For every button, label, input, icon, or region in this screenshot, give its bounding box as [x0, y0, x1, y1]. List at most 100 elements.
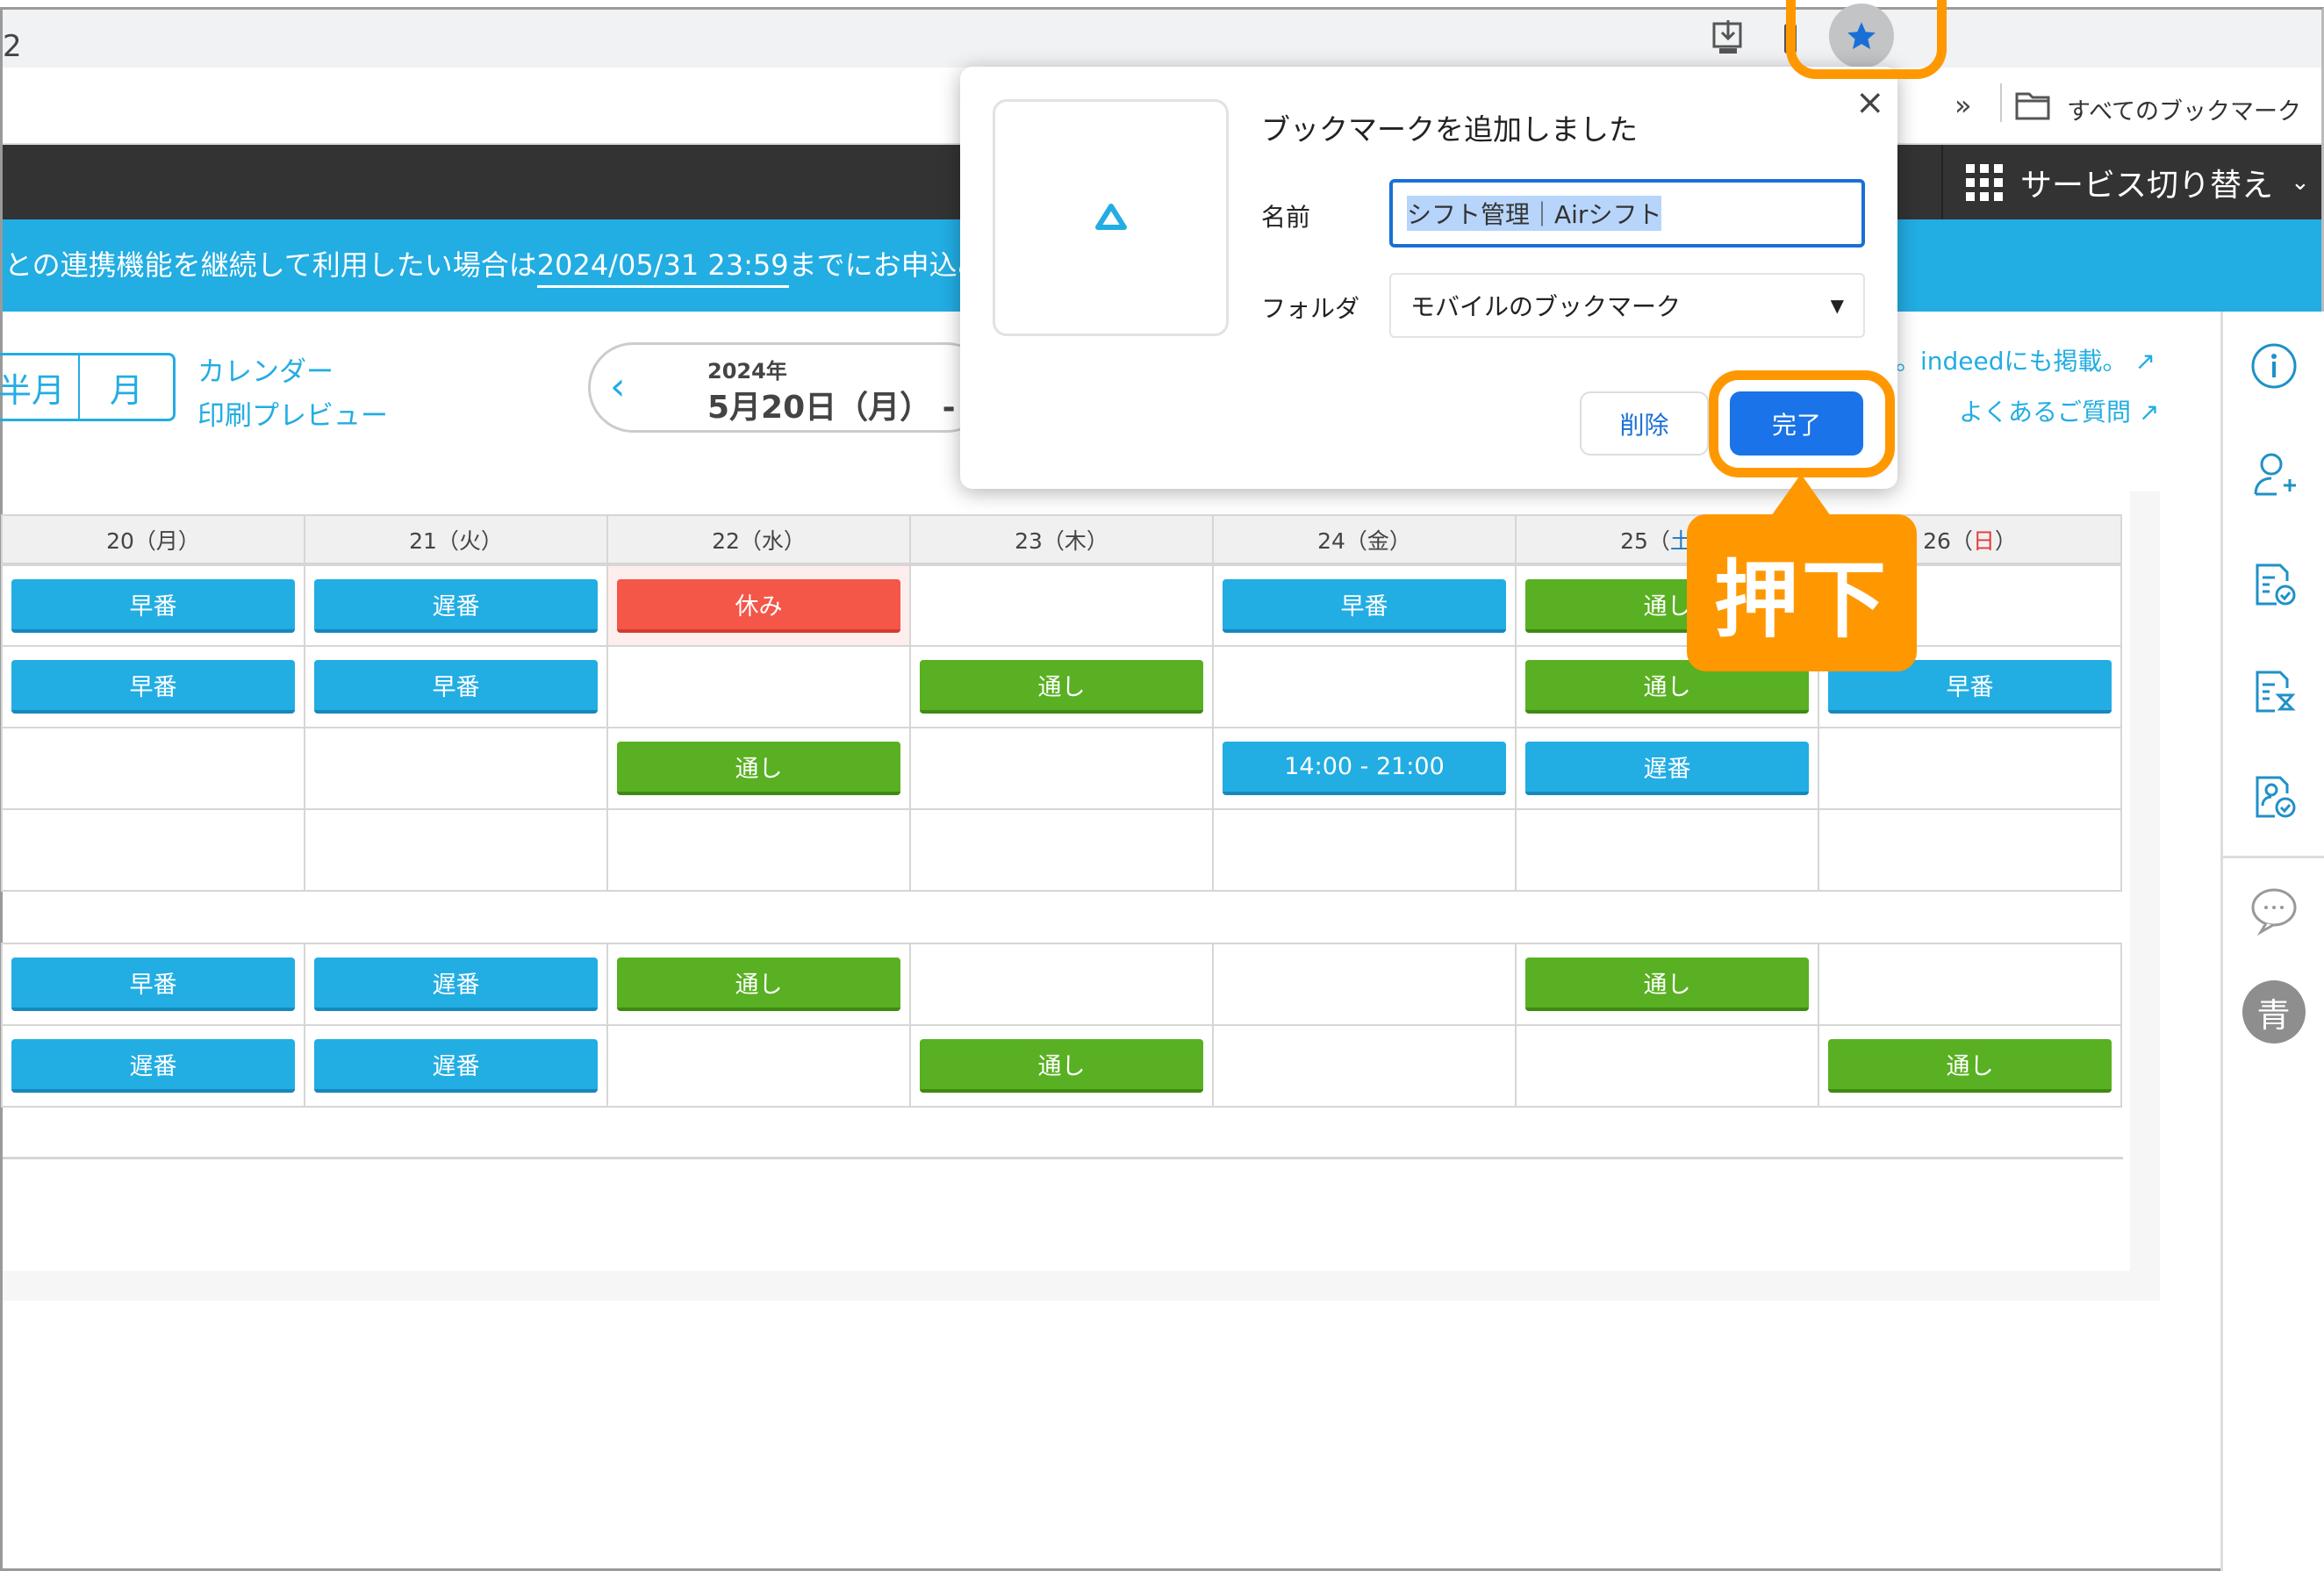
folder-value: モバイルのブックマーク: [1410, 292, 1682, 321]
shift-cell[interactable]: [909, 943, 1214, 1026]
chat-icon[interactable]: [2223, 886, 2324, 936]
shift-cell[interactable]: 早番: [1, 645, 305, 728]
view-month-button[interactable]: 月: [78, 355, 173, 419]
shift-cell[interactable]: 通し: [909, 1024, 1214, 1108]
shift-chip[interactable]: 遅番: [11, 1039, 295, 1093]
tab-title-fragment[interactable]: 2: [3, 29, 22, 64]
shift-cell[interactable]: [909, 727, 1214, 810]
user-avatar[interactable]: 青: [2242, 980, 2306, 1044]
shift-cell[interactable]: 遅番: [1, 1024, 305, 1108]
highlight-star: [1786, 0, 1947, 79]
shift-chip[interactable]: 早番: [11, 578, 295, 633]
shift-chip[interactable]: 休み: [617, 578, 900, 633]
shift-chip[interactable]: 通し: [617, 958, 900, 1011]
all-bookmarks-link[interactable]: すべてのブックマーク: [2067, 92, 2301, 126]
staff-row: 早番 遅番 通し 通し: [1, 943, 2122, 1026]
shift-chip[interactable]: 遅番: [314, 578, 598, 633]
shift-chip[interactable]: 通し: [920, 1039, 1203, 1093]
shift-cell[interactable]: [1818, 727, 2122, 810]
shift-cell[interactable]: [1212, 1024, 1517, 1108]
shift-cell[interactable]: [1818, 808, 2122, 892]
view-half-month-button[interactable]: 半月: [0, 355, 78, 419]
shift-cell[interactable]: 通し: [606, 727, 911, 810]
shift-cell[interactable]: 通し: [1818, 1024, 2122, 1108]
close-icon[interactable]: ×: [1855, 82, 1885, 123]
chevron-down-icon: ⌄: [2291, 169, 2310, 196]
shift-cell[interactable]: [1212, 943, 1517, 1026]
shift-cell[interactable]: [606, 808, 911, 892]
shift-cell[interactable]: [1, 727, 305, 810]
shift-chip[interactable]: 遅番: [314, 1039, 598, 1093]
shift-cell[interactable]: 14:00 - 21:00: [1212, 727, 1517, 810]
shift-cell[interactable]: [1515, 1024, 1819, 1108]
shift-cell[interactable]: 早番: [1, 563, 305, 647]
service-switch-button[interactable]: サービス切り替え ⌄: [1941, 145, 2321, 219]
shift-cell[interactable]: [1212, 808, 1517, 892]
external-link-icon: ↗: [2134, 347, 2155, 376]
staff-row: 遅番 遅番 通し 通し: [1, 1024, 2122, 1108]
shift-chip[interactable]: 遅番: [1525, 742, 1809, 795]
divider: [2223, 856, 2324, 858]
service-switch-label: サービス切り替え: [2020, 167, 2274, 204]
shift-cell[interactable]: [909, 563, 1214, 647]
document-pending-icon[interactable]: [2223, 667, 2324, 714]
shift-cell[interactable]: [304, 727, 608, 810]
shift-cell[interactable]: 通し: [606, 943, 911, 1026]
document-check-icon[interactable]: [2223, 560, 2324, 607]
external-link-icon: ↗: [2138, 398, 2160, 427]
shift-cell[interactable]: 遅番: [1515, 727, 1819, 810]
indeed-link[interactable]: 。indeedにも掲載。 ↗: [1896, 342, 2155, 377]
shift-cell[interactable]: 早番: [1212, 563, 1517, 647]
shift-chip[interactable]: 早番: [1223, 578, 1506, 633]
callout-pointer: [1771, 474, 1831, 516]
info-icon[interactable]: [2223, 342, 2324, 390]
view-toggle: 半月 月: [0, 353, 176, 421]
calendar-link[interactable]: カレンダー: [197, 349, 334, 389]
add-user-icon[interactable]: [2223, 450, 2324, 499]
staff-approve-icon[interactable]: [2223, 772, 2324, 820]
faq-link[interactable]: よくあるご質問 ↗: [1959, 393, 2159, 428]
shift-cell[interactable]: [1515, 808, 1819, 892]
divider: [3, 1157, 2123, 1159]
shift-cell[interactable]: [909, 808, 1214, 892]
print-preview-link[interactable]: 印刷プレビュー: [197, 393, 388, 433]
shift-cell[interactable]: [1818, 943, 2122, 1026]
shift-cell[interactable]: [1, 808, 305, 892]
shift-chip[interactable]: 早番: [11, 958, 295, 1011]
shift-cell[interactable]: [304, 808, 608, 892]
bookmark-name-input[interactable]: シフト管理｜Airシフト: [1389, 179, 1865, 247]
shift-chip[interactable]: 通し: [617, 742, 900, 795]
folder-select[interactable]: モバイルのブックマーク ▼: [1389, 273, 1865, 338]
prev-week-button[interactable]: ‹: [610, 364, 626, 409]
shift-chip[interactable]: 早番: [314, 660, 598, 714]
highlight-done-button: [1709, 370, 1895, 477]
banner-deadline-link[interactable]: 2024/05/31 23:59: [536, 248, 789, 288]
airshift-logo-icon: [1094, 204, 1127, 230]
shift-cell[interactable]: 早番: [304, 645, 608, 728]
banner-text: との連携機能を継続して利用したい場合は: [4, 248, 537, 282]
download-icon[interactable]: [1711, 18, 1746, 61]
shift-cell[interactable]: [606, 645, 911, 728]
shift-cell[interactable]: 遅番: [304, 563, 608, 647]
day-header: 20（月）: [1, 514, 305, 566]
shift-cell[interactable]: [1212, 645, 1517, 728]
shift-cell[interactable]: 休み: [606, 563, 911, 647]
shift-cell[interactable]: 通し: [909, 645, 1214, 728]
shift-chip[interactable]: 通し: [920, 660, 1203, 714]
shift-chip[interactable]: 遅番: [314, 958, 598, 1011]
shift-chip[interactable]: 通し: [1828, 1039, 2112, 1093]
shift-cell[interactable]: 遅番: [304, 1024, 608, 1108]
shift-cell[interactable]: 早番: [1, 943, 305, 1026]
shift-chip[interactable]: 早番: [11, 660, 295, 714]
shift-table-group-2: 早番 遅番 通し 通し 遅番 遅番 通し 通し: [1, 943, 2122, 1108]
page-thumbnail: [993, 99, 1229, 336]
shift-chip[interactable]: 通し: [1525, 958, 1809, 1011]
shift-cell[interactable]: 通し: [1515, 943, 1819, 1026]
shift-cell[interactable]: 遅番: [304, 943, 608, 1026]
shift-chip[interactable]: 14:00 - 21:00: [1223, 742, 1506, 795]
name-value: シフト管理｜Airシフト: [1407, 196, 1662, 231]
delete-button[interactable]: 削除: [1580, 391, 1709, 456]
shift-cell[interactable]: [606, 1024, 911, 1108]
bookmarks-overflow-button[interactable]: »: [1955, 89, 1972, 122]
day-header: 22（水）: [606, 514, 911, 566]
